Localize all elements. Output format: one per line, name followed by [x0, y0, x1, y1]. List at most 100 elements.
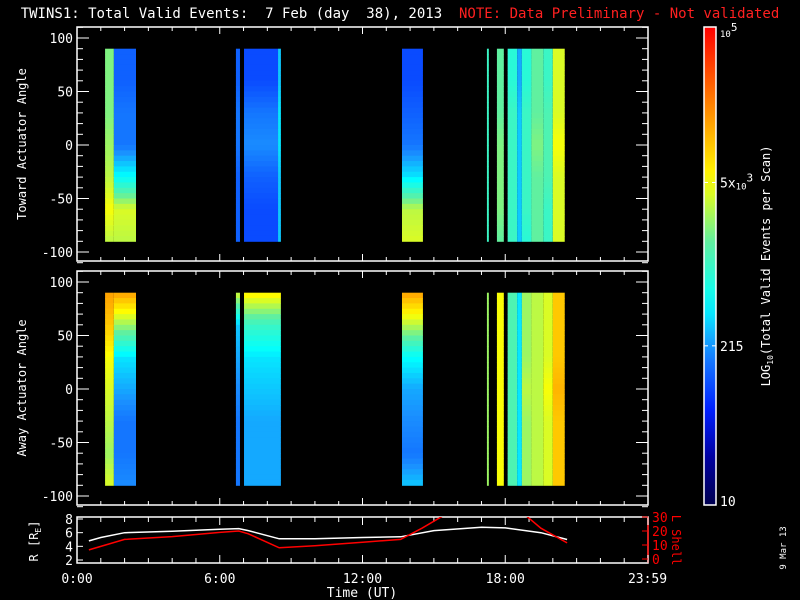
- heatmap-cell: [105, 235, 114, 242]
- heatmap-cell: [507, 394, 518, 401]
- heatmap-cell: [113, 203, 137, 210]
- heatmap-cell: [496, 80, 504, 87]
- heatmap-cell: [543, 356, 553, 363]
- heatmap-cell: [531, 214, 544, 221]
- heatmap-cell: [496, 479, 504, 486]
- heatmap-cell: [521, 324, 532, 331]
- heatmap-cell: [521, 378, 532, 385]
- heatmap-cell: [486, 214, 489, 221]
- y2-tick-label: 10: [652, 539, 668, 554]
- x-tick-label: 23:59: [628, 572, 667, 587]
- heatmap-cell: [543, 292, 553, 299]
- heatmap-cell: [521, 426, 532, 433]
- heatmap-cell: [531, 324, 544, 331]
- heatmap-cell: [486, 134, 489, 141]
- heatmap-cell: [531, 59, 544, 66]
- heatmap-cell: [105, 161, 114, 167]
- heatmap-cell: [517, 394, 522, 401]
- heatmap-cell: [401, 177, 423, 183]
- heatmap-cell: [496, 447, 504, 454]
- heatmap-cell: [521, 383, 532, 390]
- heatmap-cell: [517, 308, 522, 315]
- heatmap-cell: [543, 431, 553, 438]
- heatmap-cell: [235, 203, 240, 210]
- heatmap-cell: [521, 447, 532, 454]
- heatmap-cell: [105, 112, 114, 119]
- heatmap-cell: [517, 209, 522, 216]
- heatmap-cell: [507, 198, 518, 205]
- heatmap-cell: [531, 225, 544, 232]
- heatmap-cell: [552, 324, 565, 331]
- heatmap-cell: [244, 230, 279, 237]
- heatmap-cell: [235, 399, 240, 406]
- heatmap-cell: [496, 214, 504, 221]
- heatmap-cell: [486, 59, 489, 66]
- heatmap-cell: [235, 145, 240, 151]
- heatmap-cell: [278, 155, 281, 162]
- y2-tick-label: 30: [652, 511, 668, 526]
- heatmap-cell: [486, 235, 489, 242]
- heatmap-cell: [521, 314, 532, 320]
- heatmap-cell: [278, 64, 281, 71]
- heatmap-cell: [521, 177, 532, 183]
- heatmap-cell: [507, 128, 518, 135]
- heatmap-cell: [105, 171, 114, 178]
- heatmap-cell: [244, 319, 281, 326]
- heatmap-cell: [531, 107, 544, 114]
- heatmap-cell: [235, 324, 240, 331]
- heatmap-cell: [496, 372, 504, 379]
- heatmap-cell: [401, 410, 423, 417]
- heatmap-cell: [496, 394, 504, 401]
- y-tick-label: 50: [57, 86, 73, 101]
- heatmap-cell: [278, 225, 281, 232]
- heatmap-cell: [507, 225, 518, 232]
- heatmap-cell: [521, 458, 532, 465]
- heatmap-cell: [552, 209, 565, 216]
- heatmap-cell: [401, 330, 423, 336]
- heatmap-cell: [552, 308, 565, 315]
- heatmap-cell: [552, 54, 565, 60]
- heatmap-cell: [105, 64, 114, 71]
- heatmap-cell: [531, 128, 544, 135]
- heatmap-cell: [113, 426, 137, 433]
- colorbar-tick-label: 215: [720, 340, 743, 355]
- heatmap-cell: [552, 107, 565, 114]
- heatmap-cell: [531, 70, 544, 76]
- heatmap-cell: [531, 437, 544, 443]
- heatmap-cell: [235, 198, 240, 205]
- heatmap-cell: [486, 389, 489, 395]
- heatmap-cell: [113, 415, 137, 422]
- toward-ylabel: Toward Actuator Angle: [15, 68, 29, 220]
- heatmap-cell: [507, 86, 518, 92]
- heatmap-cell: [105, 405, 114, 411]
- heatmap-cell: [552, 367, 565, 374]
- heatmap-cell: [105, 447, 114, 454]
- heatmap-cell: [507, 161, 518, 167]
- heatmap-cell: [113, 351, 137, 358]
- heatmap-cell: [235, 330, 240, 336]
- heatmap-cell: [244, 161, 279, 167]
- heatmap-cell: [244, 453, 281, 460]
- heatmap-cell: [244, 367, 281, 374]
- heatmap-cell: [244, 235, 279, 242]
- heatmap-cell: [235, 54, 240, 60]
- heatmap-cell: [543, 102, 553, 109]
- heatmap-cell: [105, 314, 114, 320]
- heatmap-cell: [235, 86, 240, 92]
- heatmap-cell: [244, 54, 279, 60]
- heatmap-cell: [244, 150, 279, 157]
- y2-tick-label: 20: [652, 525, 668, 540]
- heatmap-cell: [235, 70, 240, 76]
- heatmap-cell: [543, 437, 553, 443]
- heatmap-cell: [113, 356, 137, 363]
- heatmap-cell: [105, 150, 114, 157]
- heatmap-cell: [552, 298, 565, 304]
- heatmap-cell: [507, 203, 518, 210]
- heatmap-cell: [496, 458, 504, 465]
- footer-date: 9 Mar 13: [779, 526, 789, 569]
- heatmap-cell: [517, 219, 522, 226]
- heatmap-cell: [278, 123, 281, 130]
- heatmap-cell: [105, 469, 114, 476]
- heatmap-cell: [552, 225, 565, 232]
- heatmap-cell: [401, 447, 423, 454]
